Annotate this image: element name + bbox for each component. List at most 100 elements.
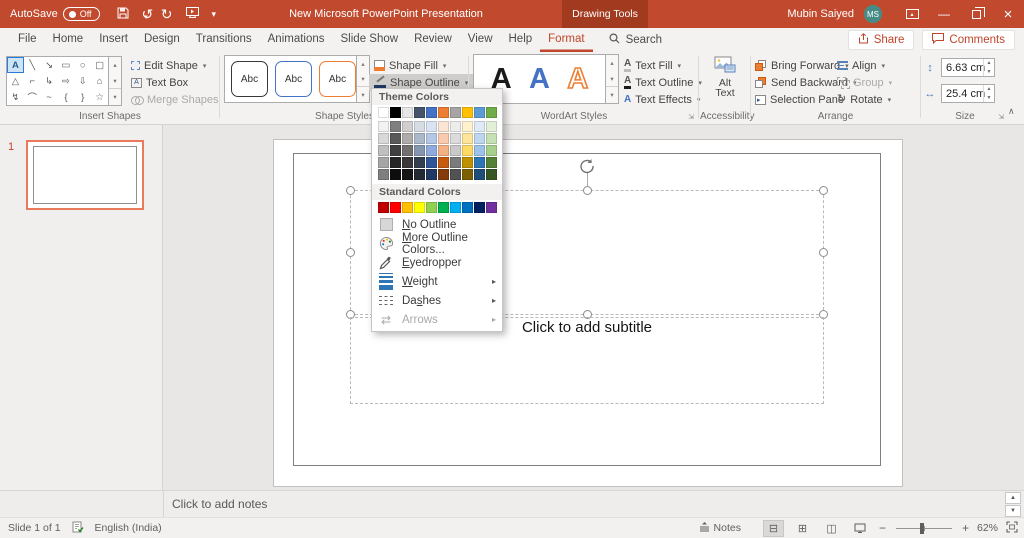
theme-color-variant-swatch[interactable] xyxy=(438,145,449,156)
theme-color-swatch[interactable] xyxy=(426,107,437,118)
shape-gallery-item[interactable]: ↘ xyxy=(41,57,58,73)
tab-slide-show[interactable]: Slide Show xyxy=(333,28,407,52)
theme-color-variant-swatch[interactable] xyxy=(474,133,485,144)
close-button[interactable]: × xyxy=(992,0,1024,28)
shape-width-field[interactable]: 25.4 cm▲▼ xyxy=(941,84,995,103)
customize-qat-icon[interactable]: ▾ xyxy=(212,9,216,20)
shape-gallery-item[interactable]: ⇩ xyxy=(74,73,91,89)
standard-color-swatch[interactable] xyxy=(426,202,437,213)
shape-height-field[interactable]: 6.63 cm▲▼ xyxy=(941,58,995,77)
rotate-handle-icon[interactable] xyxy=(578,157,596,175)
slide-thumbnail[interactable] xyxy=(26,140,144,210)
wordart-style-preset[interactable]: A xyxy=(567,65,588,94)
shape-gallery-item[interactable]: △ xyxy=(7,73,24,89)
theme-color-variant-swatch[interactable] xyxy=(426,145,437,156)
theme-color-variant-swatch[interactable] xyxy=(378,169,389,180)
theme-color-swatch[interactable] xyxy=(438,107,449,118)
slideshow-view-button[interactable] xyxy=(850,520,871,537)
zoom-out-icon[interactable]: − xyxy=(879,521,886,535)
shape-gallery-scroll[interactable]: ▴▾▾ xyxy=(109,56,122,106)
theme-color-variant-swatch[interactable] xyxy=(390,121,401,132)
text-effects-button[interactable]: AText Effects▾ xyxy=(624,91,702,108)
theme-color-variant-swatch[interactable] xyxy=(390,133,401,144)
fit-slide-icon[interactable] xyxy=(1006,521,1018,536)
tab-format[interactable]: Format xyxy=(540,28,592,52)
theme-color-variant-swatch[interactable] xyxy=(414,133,425,144)
theme-color-variant-swatch[interactable] xyxy=(450,169,461,180)
theme-color-variant-swatch[interactable] xyxy=(414,157,425,168)
resize-handle-middle-left[interactable] xyxy=(346,248,355,257)
theme-color-variant-swatch[interactable] xyxy=(390,169,401,180)
zoom-slider-thumb[interactable] xyxy=(920,523,924,534)
theme-color-variant-swatch[interactable] xyxy=(426,133,437,144)
shape-gallery-item[interactable]: ╲ xyxy=(24,57,41,73)
shape-gallery-item[interactable]: { xyxy=(58,89,75,105)
theme-color-variant-swatch[interactable] xyxy=(486,133,497,144)
theme-color-variant-swatch[interactable] xyxy=(450,133,461,144)
share-button[interactable]: Share xyxy=(848,30,915,50)
theme-color-swatch[interactable] xyxy=(486,107,497,118)
tab-design[interactable]: Design xyxy=(136,28,188,52)
next-slide-icon[interactable]: ▼ xyxy=(1005,505,1021,517)
standard-color-swatch[interactable] xyxy=(474,202,485,213)
rotate-button[interactable]: ↻Rotate▾ xyxy=(837,91,892,108)
standard-color-swatch[interactable] xyxy=(462,202,473,213)
standard-color-swatch[interactable] xyxy=(390,202,401,213)
theme-color-variant-swatch[interactable] xyxy=(402,169,413,180)
collapse-ribbon-icon[interactable]: ∧ xyxy=(1008,106,1015,117)
theme-color-variant-swatch[interactable] xyxy=(474,157,485,168)
theme-color-variant-swatch[interactable] xyxy=(402,157,413,168)
theme-color-variant-swatch[interactable] xyxy=(402,121,413,132)
menu-item-weight[interactable]: Weight▸ xyxy=(372,272,502,291)
alt-text-button[interactable]: Alt Text xyxy=(705,56,745,106)
theme-color-variant-swatch[interactable] xyxy=(426,169,437,180)
theme-color-variant-swatch[interactable] xyxy=(378,121,389,132)
theme-color-variant-swatch[interactable] xyxy=(378,133,389,144)
menu-item-eyedropper[interactable]: Eyedropper xyxy=(372,253,502,272)
shape-gallery-item[interactable]: } xyxy=(74,89,91,105)
theme-color-variant-swatch[interactable] xyxy=(378,157,389,168)
slide-sorter-view-button[interactable]: ⊞ xyxy=(792,520,813,537)
undo-icon[interactable]: ↺▾ xyxy=(142,7,148,22)
tab-help[interactable]: Help xyxy=(501,28,541,52)
tab-insert[interactable]: Insert xyxy=(91,28,136,52)
shape-gallery-item[interactable]: ○ xyxy=(74,57,91,73)
text-fill-button[interactable]: AText Fill▾ xyxy=(624,57,702,74)
restore-button[interactable] xyxy=(960,0,992,28)
theme-color-variant-swatch[interactable] xyxy=(474,121,485,132)
theme-color-variant-swatch[interactable] xyxy=(426,157,437,168)
shape-gallery-item[interactable]: ☆ xyxy=(91,89,108,105)
theme-color-variant-swatch[interactable] xyxy=(438,121,449,132)
save-icon[interactable] xyxy=(117,7,129,22)
standard-color-swatch[interactable] xyxy=(450,202,461,213)
theme-color-swatch[interactable] xyxy=(450,107,461,118)
menu-item-more-outline-colors[interactable]: More Outline Colors... xyxy=(372,234,502,253)
start-slideshow-icon[interactable] xyxy=(186,7,199,21)
notes-toggle-button[interactable]: Notes xyxy=(699,522,741,535)
zoom-slider[interactable] xyxy=(896,528,952,529)
resize-handle-top-middle[interactable] xyxy=(583,186,592,195)
theme-color-variant-swatch[interactable] xyxy=(450,145,461,156)
shape-gallery-item[interactable]: A xyxy=(7,57,24,73)
previous-slide-icon[interactable]: ▲ xyxy=(1005,492,1021,504)
height-spinner[interactable]: ▲▼ xyxy=(983,59,994,76)
theme-color-variant-swatch[interactable] xyxy=(462,157,473,168)
avatar[interactable]: MS xyxy=(864,5,882,23)
theme-color-variant-swatch[interactable] xyxy=(438,169,449,180)
tab-home[interactable]: Home xyxy=(45,28,92,52)
theme-color-variant-swatch[interactable] xyxy=(474,145,485,156)
theme-color-swatch[interactable] xyxy=(474,107,485,118)
shape-style-preset[interactable]: Abc xyxy=(319,61,356,97)
standard-color-swatch[interactable] xyxy=(378,202,389,213)
zoom-level[interactable]: 62% xyxy=(977,522,998,534)
theme-color-variant-swatch[interactable] xyxy=(378,145,389,156)
language-indicator[interactable]: English (India) xyxy=(95,522,162,534)
shape-gallery-item[interactable]: ⌒ xyxy=(24,89,41,105)
tab-view[interactable]: View xyxy=(460,28,501,52)
theme-color-variant-swatch[interactable] xyxy=(390,157,401,168)
width-spinner[interactable]: ▲▼ xyxy=(983,85,994,102)
shape-fill-button[interactable]: Shape Fill▾ xyxy=(374,57,473,74)
theme-color-variant-swatch[interactable] xyxy=(486,121,497,132)
slide[interactable]: Click to add subtitle xyxy=(273,139,903,487)
theme-color-variant-swatch[interactable] xyxy=(486,145,497,156)
